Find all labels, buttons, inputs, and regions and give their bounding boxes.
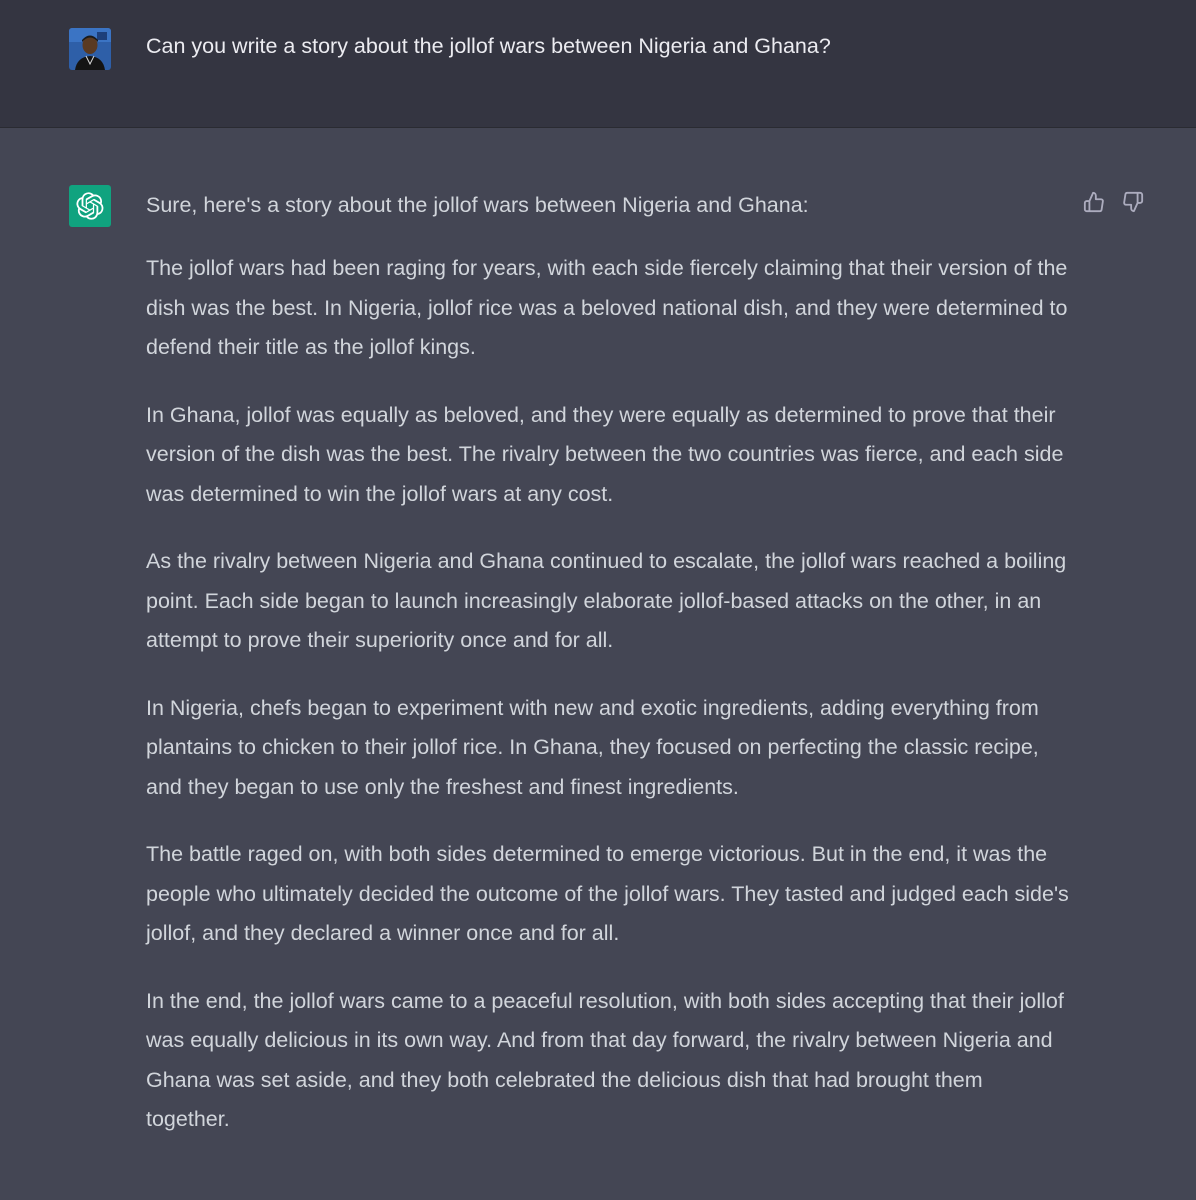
assistant-message: Sure, here's a story about the jollof wa… [146, 187, 1071, 1168]
story-paragraph: The jollof wars had been raging for year… [146, 256, 1068, 359]
thumbs-down-button[interactable] [1121, 190, 1145, 214]
thumbs-down-icon [1123, 191, 1144, 213]
story-paragraph: In the end, the jollof wars came to a pe… [146, 988, 1064, 1132]
user-avatar-photo [69, 28, 111, 70]
story-paragraph: The battle raged on, with both sides det… [146, 842, 1069, 945]
story-paragraph: In Ghana, jollof was equally as beloved,… [146, 402, 1064, 506]
assistant-intro: Sure, here's a story about the jollof wa… [146, 193, 809, 217]
assistant-avatar [69, 185, 111, 227]
story-paragraph: In Nigeria, chefs began to experiment wi… [146, 695, 1039, 799]
openai-logo-icon [76, 192, 104, 220]
thumbs-up-button[interactable] [1082, 190, 1106, 214]
story-paragraph: As the rivalry between Nigeria and Ghana… [146, 549, 1067, 652]
user-message-row: Can you write a story about the jollof w… [0, 0, 1196, 128]
user-avatar [69, 28, 111, 70]
thumbs-up-icon [1083, 191, 1104, 213]
user-prompt-text: Can you write a story about the jollof w… [146, 34, 831, 58]
assistant-message-row: Sure, here's a story about the jollof wa… [0, 128, 1196, 1200]
